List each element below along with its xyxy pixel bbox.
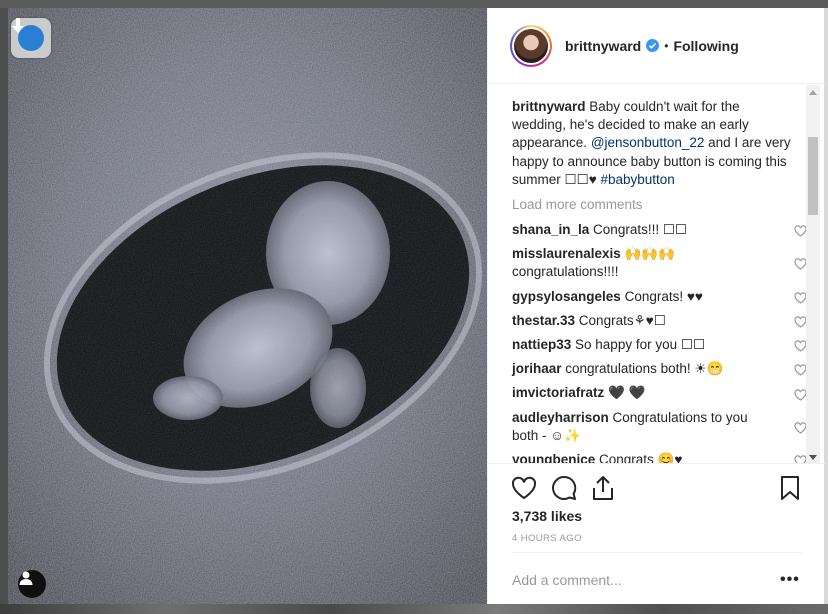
caption-mention[interactable]: @jensonbutton_22 [591, 135, 705, 150]
download-arrow-icon [12, 18, 44, 51]
comment-item: shana_in_la Congrats!!! ☐☐ [512, 218, 807, 242]
comment-username[interactable]: thestar.33 [512, 313, 575, 328]
comment-item: gypsylosangeles Congrats! ♥♥ [512, 285, 807, 309]
comment-username[interactable]: jorihaar [512, 361, 562, 376]
comment-item: youngbenice Congrats 😊♥ [512, 448, 807, 464]
comment-item: audleyharrison Congratulations to you bo… [512, 406, 807, 448]
comment-username[interactable]: youngbenice [512, 452, 595, 463]
comment-username[interactable]: shana_in_la [512, 222, 589, 237]
comment-username[interactable]: nattiep33 [512, 337, 571, 352]
caption-username[interactable]: brittnyward [512, 99, 586, 114]
post-username[interactable]: brittnyward [565, 38, 641, 54]
comment-item: jorihaar congratulations both! ☀😁 [512, 357, 807, 381]
ultrasound-image [8, 8, 487, 604]
post-panel: brittnyward • Following brittnyward Baby… [487, 8, 825, 604]
avatar[interactable] [510, 24, 552, 67]
comments-section[interactable]: brittnyward Baby couldn't wait for the w… [488, 85, 825, 464]
comment-text: 🖤 🖤 [604, 385, 646, 401]
add-comment-input[interactable]: Add a comment... [512, 572, 622, 588]
action-bar [488, 464, 825, 512]
following-button[interactable]: Following [673, 38, 738, 54]
comment-text: So happy for you ☐☐ [571, 337, 706, 353]
scroll-thumb[interactable] [808, 137, 818, 215]
comment-item: thestar.33 Congrats⚘♥☐ [512, 309, 807, 333]
comment-text: Congrats 😊♥ [595, 452, 683, 464]
load-more-comments[interactable]: Load more comments [512, 197, 795, 212]
post-caption: brittnyward Baby couldn't wait for the w… [512, 98, 795, 189]
user-tag-icon[interactable] [18, 570, 46, 598]
divider [512, 552, 802, 553]
bookmark-icon[interactable] [776, 474, 804, 502]
post-header: brittnyward • Following [488, 8, 825, 84]
scroll-down-icon[interactable] [806, 450, 820, 464]
like-count[interactable]: 3,738 likes [512, 508, 582, 524]
comment-username[interactable]: misslaurenalexis [512, 246, 621, 261]
scroll-up-icon[interactable] [806, 85, 820, 99]
comment-item: imvictoriafratz 🖤 🖤 [512, 381, 807, 405]
post-timestamp[interactable]: 4 HOURS AGO [512, 533, 582, 544]
comment-item: nattiep33 So happy for you ☐☐ [512, 333, 807, 357]
comment-item: misslaurenalexis 🙌🙌🙌 congratulations!!!! [512, 242, 807, 284]
verified-badge-icon [646, 39, 660, 52]
comment-icon[interactable] [550, 474, 578, 502]
more-options-button[interactable]: ••• [780, 571, 800, 589]
caption-hashtag[interactable]: #babybutton [600, 172, 674, 187]
backdrop [0, 0, 828, 8]
comment-text: Congrats⚘♥☐ [575, 312, 666, 328]
avatar-image [514, 28, 548, 63]
download-button[interactable] [11, 18, 51, 58]
comment-username[interactable]: audleyharrison [512, 410, 609, 425]
backdrop [0, 8, 8, 604]
comment-list: shana_in_la Congrats!!! ☐☐ misslaurenalex… [512, 218, 807, 464]
comment-username[interactable]: imvictoriafratz [512, 385, 604, 400]
comment-text: congratulations both! ☀😁 [561, 361, 724, 377]
share-icon[interactable] [589, 474, 617, 502]
post-photo[interactable] [8, 8, 487, 604]
heart-icon[interactable] [510, 474, 538, 502]
comments-scrollbar[interactable] [806, 85, 820, 464]
comment-text: Congrats!!! ☐☐ [589, 222, 688, 238]
separator: • [664, 38, 669, 53]
comment-text: Congrats! ♥♥ [620, 288, 703, 304]
backdrop-thumbnails [0, 604, 828, 614]
comment-username[interactable]: gypsylosangeles [512, 289, 621, 304]
